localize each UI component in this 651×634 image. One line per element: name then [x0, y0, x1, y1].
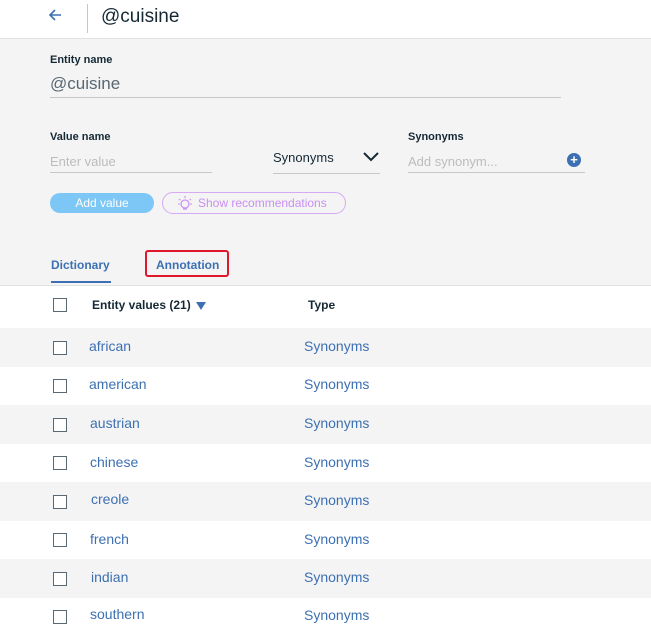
lightbulb-icon [177, 195, 193, 217]
entity-value-link[interactable]: african [89, 338, 131, 354]
row-checkbox[interactable] [53, 379, 67, 393]
add-value-button[interactable]: Add value [50, 193, 154, 213]
entity-value-link[interactable]: american [89, 376, 147, 392]
value-name-label: Value name [50, 131, 111, 143]
entity-value-type: Synonyms [304, 454, 370, 470]
page-title: @cuisine [101, 6, 180, 27]
back-arrow-icon[interactable] [47, 6, 63, 28]
entity-value-link[interactable]: french [90, 531, 129, 547]
add-synonym-plus-icon[interactable]: + [567, 153, 581, 167]
entity-name-input[interactable] [50, 70, 561, 98]
synonym-input[interactable] [408, 150, 585, 173]
table-row[interactable]: indian Synonyms [0, 559, 651, 598]
select-all-checkbox[interactable] [53, 298, 67, 312]
row-checkbox[interactable] [53, 418, 67, 432]
entity-value-type: Synonyms [304, 569, 370, 585]
row-checkbox[interactable] [53, 610, 67, 624]
entity-name-label: Entity name [50, 54, 113, 66]
tab-dictionary[interactable]: Dictionary [51, 258, 110, 272]
tab-annotation[interactable]: Annotation [156, 258, 219, 272]
entity-value-link[interactable]: austrian [90, 415, 140, 431]
chevron-down-icon [362, 149, 380, 166]
row-checkbox[interactable] [53, 533, 67, 547]
table-row[interactable]: french Synonyms [0, 521, 651, 560]
table-row[interactable]: chinese Synonyms [0, 444, 651, 483]
entity-value-type: Synonyms [304, 415, 370, 431]
table-row[interactable]: southern Synonyms [0, 598, 651, 634]
value-type-selected: Synonyms [273, 150, 334, 165]
table-row[interactable]: african Synonyms [0, 328, 651, 367]
table-row[interactable]: austrian Synonyms [0, 405, 651, 444]
entity-value-type: Synonyms [304, 607, 370, 623]
entity-value-type: Synonyms [304, 531, 370, 547]
column-header-entity-values-label: Entity values (21) [92, 298, 191, 312]
entity-value-type: Synonyms [304, 492, 370, 508]
top-bar [0, 0, 651, 39]
entity-value-link[interactable]: creole [91, 491, 129, 507]
sort-desc-icon[interactable] [195, 301, 206, 310]
table-row[interactable]: creole Synonyms [0, 482, 651, 521]
synonyms-label: Synonyms [408, 131, 464, 143]
row-checkbox[interactable] [53, 341, 67, 355]
column-header-entity-values[interactable]: Entity values (21) [92, 298, 206, 312]
row-checkbox[interactable] [53, 572, 67, 586]
table-row[interactable]: american Synonyms [0, 367, 651, 406]
value-name-input[interactable] [50, 150, 212, 173]
entity-value-link[interactable]: indian [91, 569, 128, 585]
header-divider [87, 4, 88, 33]
entity-value-link[interactable]: chinese [90, 454, 138, 470]
show-recommendations-button[interactable]: Show recommendations [162, 192, 346, 214]
show-recommendations-label: Show recommendations [198, 196, 327, 210]
tab-dictionary-underline [51, 281, 111, 283]
row-checkbox[interactable] [53, 495, 67, 509]
column-header-type: Type [308, 298, 336, 312]
entity-value-type: Synonyms [304, 376, 370, 392]
value-type-select[interactable]: Synonyms [273, 147, 380, 174]
entity-value-type: Synonyms [304, 338, 370, 354]
row-checkbox[interactable] [53, 456, 67, 470]
entity-value-link[interactable]: southern [90, 606, 144, 622]
